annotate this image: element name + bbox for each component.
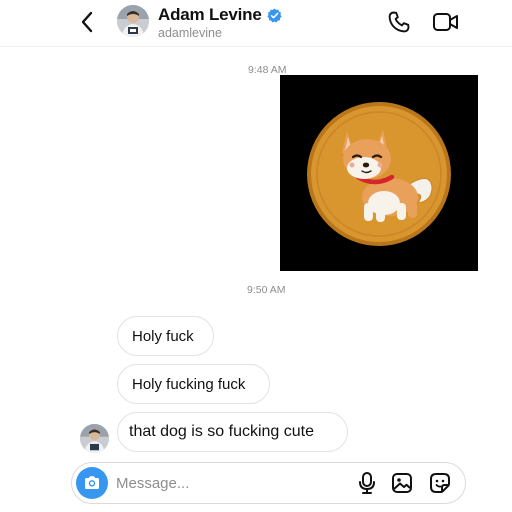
sender-avatar[interactable] <box>80 424 109 453</box>
verified-badge-icon <box>267 7 282 23</box>
message-timestamp: 9:50 AM <box>247 284 286 296</box>
message-text: Holy fuck <box>132 327 194 345</box>
profile-photo <box>117 5 149 37</box>
profile-photo <box>80 424 109 453</box>
message-composer <box>71 462 466 504</box>
thread-header: Adam Levine adamlevine <box>0 0 512 47</box>
message-input[interactable] <box>116 472 346 494</box>
back-button[interactable] <box>74 9 100 35</box>
camera-button[interactable] <box>76 467 108 499</box>
image-gallery-icon <box>392 473 412 493</box>
sticker-icon <box>430 473 450 493</box>
contact-name: Adam Levine <box>158 5 262 24</box>
voice-message-button[interactable] <box>355 471 379 495</box>
avatar[interactable] <box>117 5 149 37</box>
video-call-button[interactable] <box>431 9 461 35</box>
gallery-button[interactable] <box>390 471 414 495</box>
message-bubble[interactable]: Holy fucking fuck <box>117 364 270 404</box>
shiba-inu-coin-image <box>280 75 478 271</box>
message-text: that dog is so fucking cute <box>129 423 314 440</box>
contact-username[interactable]: adamlevine <box>158 26 222 40</box>
message-bubble[interactable]: that dog is so fucking cute <box>117 412 348 452</box>
camera-icon <box>85 476 99 489</box>
video-camera-icon <box>433 13 458 31</box>
microphone-icon <box>359 472 375 494</box>
message-text: Holy fucking fuck <box>132 375 246 393</box>
chevron-left-icon <box>81 11 93 33</box>
contact-name-row[interactable]: Adam Levine <box>158 4 282 26</box>
audio-call-button[interactable] <box>386 9 412 35</box>
direct-message-thread: Adam Levine adamlevine 9:48 AM 9:50 AM H… <box>0 0 512 512</box>
message-bubble[interactable]: Holy fuck <box>117 316 214 356</box>
image-message[interactable] <box>280 75 478 271</box>
sticker-button[interactable] <box>428 471 452 495</box>
phone-icon <box>388 11 410 33</box>
